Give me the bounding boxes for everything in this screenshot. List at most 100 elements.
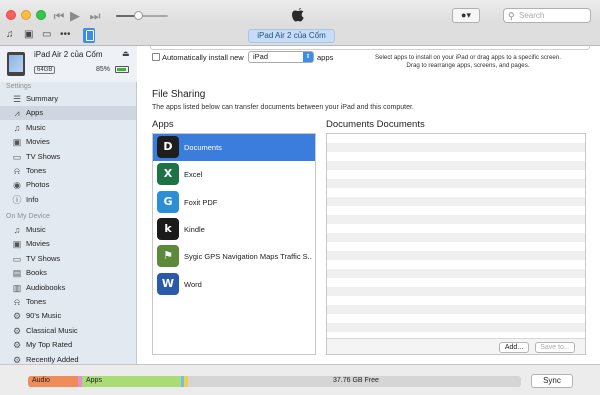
install-hint-line1: Select apps to install on your iPad or d… bbox=[374, 54, 562, 61]
battery-percent: 85% bbox=[96, 66, 111, 73]
sidebar-item-device-books[interactable]: ▤ Books bbox=[0, 266, 136, 280]
bell-icon: ⍾ bbox=[14, 166, 20, 176]
eject-icon[interactable]: ⏏ bbox=[122, 49, 130, 58]
volume-knob[interactable] bbox=[134, 11, 143, 20]
app-row[interactable]: W Word bbox=[153, 271, 315, 298]
volume-slider[interactable] bbox=[116, 11, 168, 20]
file-sharing-apps-list[interactable]: D Documents X Excel G Foxit PDF k Kindle ⚑ Sygic … bbox=[152, 133, 316, 355]
tv-icon: ▭ bbox=[12, 253, 22, 264]
gear-icon: ⚙ bbox=[12, 325, 22, 336]
sidebar-item-label: 90's Music bbox=[26, 311, 62, 321]
tv-icon[interactable]: ▭ bbox=[42, 29, 51, 40]
sidebar-item-label: My Top Rated bbox=[26, 340, 73, 350]
sidebar-item-device-tv-shows[interactable]: ▭ TV Shows bbox=[0, 252, 136, 266]
save-to-button[interactable]: Save to... bbox=[535, 342, 575, 353]
sidebar: iPad Air 2 của Cốm ⏏ 64GB 85% Settings ☰… bbox=[0, 46, 137, 365]
fast-forward-icon[interactable]: ⏭ bbox=[86, 7, 104, 25]
settings-section-header: Settings bbox=[6, 83, 32, 90]
capacity-apps-label: Apps bbox=[86, 377, 102, 384]
app-row[interactable]: G Foxit PDF bbox=[153, 189, 315, 216]
device-header[interactable]: iPad Air 2 của Cốm ⏏ 64GB 85% bbox=[0, 46, 137, 82]
sidebar-item-label: Tones bbox=[26, 166, 47, 175]
documents-column-header: Documents Documents bbox=[326, 119, 425, 130]
camera-icon: ◉ bbox=[13, 180, 21, 191]
auto-install-label: Automatically install new bbox=[162, 53, 244, 62]
sidebar-item-label: Tones bbox=[26, 297, 47, 306]
sidebar-item-label: Photos bbox=[26, 180, 50, 190]
auto-install-checkbox[interactable] bbox=[152, 53, 160, 61]
sidebar-item-settings-photos[interactable]: ◉ Photos bbox=[0, 178, 136, 192]
music-note-icon[interactable]: ♫ bbox=[6, 29, 14, 40]
movie-icon[interactable]: ▣ bbox=[24, 29, 33, 40]
app-name: Foxit PDF bbox=[184, 197, 218, 207]
capacity-bar-area: Audio Apps 37.76 GB Free Sync bbox=[0, 364, 600, 395]
sidebar-item-device-audiobooks[interactable]: ▥ Audiobooks bbox=[0, 281, 136, 295]
app-name: Sygic GPS Navigation Maps Traffic S... bbox=[184, 252, 312, 262]
foxit-app-icon: G bbox=[157, 190, 179, 213]
on-my-device-section-header: On My Device bbox=[6, 213, 50, 220]
capacity-bar[interactable]: Audio Apps 37.76 GB Free bbox=[28, 376, 521, 387]
more-icon[interactable]: ••• bbox=[60, 29, 71, 40]
maximize-window-button[interactable] bbox=[36, 10, 46, 20]
capacity-badge: 64GB bbox=[34, 66, 56, 74]
apple-logo-icon bbox=[292, 8, 304, 22]
sidebar-item-device-my-top-rated[interactable]: ⚙ My Top Rated bbox=[0, 338, 136, 352]
sidebar-item-settings-info[interactable]: ⓘ Info bbox=[0, 193, 136, 207]
sidebar-item-label: TV Shows bbox=[26, 253, 61, 263]
word-app-icon: W bbox=[157, 272, 179, 295]
main-panel: Automatically install new iPad ⇕ apps Se… bbox=[138, 46, 600, 364]
sidebar-item-device-movies[interactable]: ▣ Movies bbox=[0, 237, 136, 251]
device-name-pill[interactable]: iPad Air 2 của Cốm bbox=[248, 29, 335, 43]
sidebar-item-settings-apps[interactable]: ⩘ Apps bbox=[0, 106, 136, 121]
app-row[interactable]: ⚑ Sygic GPS Navigation Maps Traffic S... bbox=[153, 243, 315, 270]
app-row[interactable]: X Excel bbox=[153, 161, 315, 188]
music-icon: ♫ bbox=[13, 225, 21, 235]
music-icon: ♫ bbox=[13, 122, 21, 133]
app-name: Excel bbox=[184, 170, 203, 180]
app-name: Word bbox=[184, 279, 202, 289]
documents-list[interactable]: Add... Save to... bbox=[326, 133, 586, 355]
search-icon: ⚲ bbox=[508, 11, 515, 21]
sidebar-item-settings-tv-shows[interactable]: ▭ TV Shows bbox=[0, 150, 136, 164]
sidebar-item-device-music[interactable]: ♫ Music bbox=[0, 223, 136, 237]
media-toolbar: ♫ ▣ ▭ ••• iPad Air 2 của Cốm bbox=[0, 25, 600, 46]
info-icon: ⓘ bbox=[12, 194, 22, 205]
device-name: iPad Air 2 của Cốm bbox=[34, 50, 103, 59]
documents-footer: Add... Save to... bbox=[327, 338, 585, 354]
app-row[interactable]: D Documents bbox=[153, 134, 315, 161]
sidebar-item-settings-music[interactable]: ♫ Music bbox=[0, 121, 136, 135]
device-type-select[interactable]: iPad ⇕ bbox=[248, 51, 314, 63]
device-button[interactable] bbox=[83, 28, 95, 43]
search-placeholder: Search bbox=[519, 11, 545, 20]
device-type-value: iPad bbox=[253, 52, 269, 61]
battery-fill bbox=[117, 68, 126, 71]
kindle-app-icon: k bbox=[157, 217, 179, 240]
sidebar-item-settings-summary[interactable]: ☰ Summary bbox=[0, 92, 136, 106]
account-button[interactable]: ●▾ bbox=[452, 8, 480, 23]
minimize-window-button[interactable] bbox=[21, 10, 31, 20]
summary-icon: ☰ bbox=[12, 94, 22, 104]
app-name: Documents bbox=[184, 143, 222, 152]
install-hint-line2: Drag to rearrange apps, screens, and pag… bbox=[406, 62, 530, 69]
file-sharing-description: The apps listed below can transfer docum… bbox=[152, 104, 414, 111]
apps-suffix-label: apps bbox=[317, 53, 334, 62]
search-input[interactable]: ⚲ Search bbox=[503, 8, 591, 23]
sync-button[interactable]: Sync bbox=[531, 374, 573, 388]
sidebar-item-device-classical-music[interactable]: ⚙ Classical Music bbox=[0, 324, 136, 338]
movies-icon: ▣ bbox=[12, 137, 22, 148]
sidebar-item-device-90-s-music[interactable]: ⚙ 90's Music bbox=[0, 309, 136, 323]
add-button[interactable]: Add... bbox=[499, 342, 529, 353]
sidebar-item-label: Summary bbox=[26, 94, 59, 103]
sidebar-item-settings-movies[interactable]: ▣ Movies bbox=[0, 135, 136, 149]
gear-icon: ⚙ bbox=[12, 340, 22, 351]
capacity-audio-label: Audio bbox=[32, 377, 50, 384]
play-icon[interactable]: ▶ bbox=[66, 7, 84, 25]
sidebar-item-label: Audiobooks bbox=[26, 282, 66, 292]
movies-icon: ▣ bbox=[12, 239, 22, 250]
sidebar-item-settings-tones[interactable]: ⍾ Tones bbox=[0, 164, 136, 178]
sidebar-item-label: Books bbox=[26, 268, 47, 278]
sidebar-item-label: TV Shows bbox=[26, 151, 61, 161]
sidebar-item-device-tones[interactable]: ⍾ Tones bbox=[0, 295, 136, 309]
app-row[interactable]: k Kindle bbox=[153, 216, 315, 243]
close-window-button[interactable] bbox=[6, 10, 16, 20]
